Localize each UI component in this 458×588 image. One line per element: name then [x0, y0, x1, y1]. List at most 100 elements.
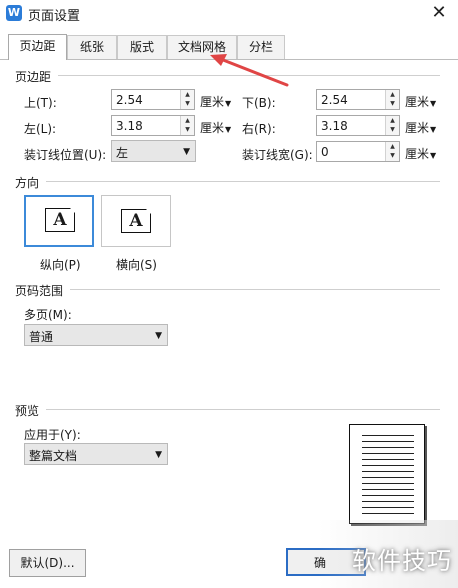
multiple-pages-value: 普通 — [29, 330, 54, 344]
annotation-arrow-shaft — [216, 56, 289, 87]
apply-to-value: 整篇文档 — [29, 449, 78, 463]
preview-text-line — [362, 483, 414, 484]
caret-down-icon: ▼ — [430, 99, 437, 108]
portrait-page-icon: A — [45, 207, 76, 232]
tab-document-grid[interactable]: 文档网格 — [167, 35, 237, 59]
down-arrow-icon[interactable]: ▼ — [181, 125, 194, 134]
preview-text-line — [362, 507, 414, 508]
preview-text-line — [362, 495, 414, 496]
gutter-width-value: 0 — [321, 145, 329, 159]
top-margin-input[interactable]: 2.54 ▲ ▼ — [111, 89, 195, 110]
wps-app-icon: W — [6, 5, 22, 21]
dialog-title: 页面设置 — [28, 9, 81, 24]
gutter-position-value: 左 — [116, 146, 129, 160]
down-arrow-icon[interactable]: ▼ — [386, 151, 399, 160]
gutter-width-unit-dropdown[interactable]: 厘米▼ — [405, 145, 436, 162]
tab-divider — [0, 59, 458, 60]
watermark-text: 软件技巧 — [352, 547, 452, 575]
up-arrow-icon[interactable]: ▲ — [386, 90, 399, 99]
bottom-margin-input[interactable]: 2.54 ▲ ▼ — [316, 89, 400, 110]
preview-text-line — [362, 453, 414, 454]
multiple-pages-select[interactable]: 普通 ▼ — [24, 324, 168, 346]
left-margin-unit-dropdown[interactable]: 厘米▼ — [200, 119, 231, 136]
page-fold-corner — [145, 208, 152, 215]
unit-label: 厘米 — [405, 95, 430, 109]
default-button[interactable]: 默认(D)... — [9, 549, 86, 577]
caret-down-icon: ▼ — [430, 151, 437, 160]
section-divider — [70, 289, 440, 290]
right-margin-input[interactable]: 3.18 ▲ ▼ — [316, 115, 400, 136]
left-margin-value: 3.18 — [116, 119, 143, 133]
caret-down-icon: ▼ — [430, 125, 437, 134]
landscape-page-icon: A — [121, 208, 152, 233]
preview-text-line — [362, 477, 414, 478]
preview-text-line — [362, 441, 414, 442]
up-arrow-icon[interactable]: ▲ — [181, 90, 194, 99]
caret-down-icon: ▼ — [155, 450, 162, 460]
section-divider — [46, 181, 440, 182]
unit-label: 厘米 — [405, 147, 430, 161]
preview-text-line — [362, 447, 414, 448]
down-arrow-icon[interactable]: ▼ — [181, 99, 194, 108]
preview-section-title: 预览 — [15, 404, 40, 418]
caret-down-icon: ▼ — [225, 125, 232, 134]
gutter-width-stepper[interactable]: ▲ ▼ — [385, 142, 399, 161]
preview-text-line — [362, 513, 414, 514]
apply-to-label: 应用于(Y): — [24, 428, 81, 442]
portrait-label: 纵向(P) — [40, 258, 81, 272]
page-range-section-title: 页码范围 — [15, 284, 64, 298]
bottom-margin-label: 下(B): — [242, 96, 276, 110]
preview-text-line — [362, 501, 414, 502]
caret-down-icon: ▼ — [225, 99, 232, 108]
gutter-width-label: 装订线宽(G): — [242, 148, 313, 162]
preview-text-line — [362, 459, 414, 460]
multiple-pages-label: 多页(M): — [24, 308, 72, 322]
bottom-margin-value: 2.54 — [321, 93, 348, 107]
down-arrow-icon[interactable]: ▼ — [386, 99, 399, 108]
gutter-position-select[interactable]: 左 ▼ — [111, 140, 196, 162]
preview-text-line — [362, 465, 414, 466]
up-arrow-icon[interactable]: ▲ — [386, 116, 399, 125]
margins-section-title: 页边距 — [15, 70, 52, 84]
apply-to-select[interactable]: 整篇文档 ▼ — [24, 443, 168, 465]
preview-text-line — [362, 489, 414, 490]
close-icon[interactable]: ✕ — [428, 2, 450, 24]
unit-label: 厘米 — [200, 121, 225, 135]
left-margin-stepper[interactable]: ▲ ▼ — [180, 116, 194, 135]
left-margin-input[interactable]: 3.18 ▲ ▼ — [111, 115, 195, 136]
up-arrow-icon[interactable]: ▲ — [386, 142, 399, 151]
top-margin-label: 上(T): — [24, 96, 57, 110]
title-bar: W 页面设置 ✕ — [0, 0, 458, 28]
landscape-label: 横向(S) — [116, 258, 157, 272]
right-margin-value: 3.18 — [321, 119, 348, 133]
gutter-position-label: 装订线位置(U): — [24, 148, 107, 162]
left-margin-label: 左(L): — [24, 122, 57, 136]
caret-down-icon: ▼ — [183, 147, 190, 157]
right-margin-unit-dropdown[interactable]: 厘米▼ — [405, 119, 436, 136]
tab-layout[interactable]: 版式 — [117, 35, 167, 59]
page-preview — [349, 424, 425, 524]
right-margin-stepper[interactable]: ▲ ▼ — [385, 116, 399, 135]
tab-columns[interactable]: 分栏 — [237, 35, 285, 59]
preview-text-line — [362, 471, 414, 472]
top-margin-stepper[interactable]: ▲ ▼ — [180, 90, 194, 109]
right-margin-label: 右(R): — [242, 122, 276, 136]
section-divider — [58, 75, 440, 76]
caret-down-icon: ▼ — [155, 331, 162, 341]
top-margin-unit-dropdown[interactable]: 厘米▼ — [200, 93, 231, 110]
bottom-margin-stepper[interactable]: ▲ ▼ — [385, 90, 399, 109]
up-arrow-icon[interactable]: ▲ — [181, 116, 194, 125]
gutter-width-input[interactable]: 0 ▲ ▼ — [316, 141, 400, 162]
bottom-margin-unit-dropdown[interactable]: 厘米▼ — [405, 93, 436, 110]
preview-text-line — [362, 435, 414, 436]
unit-label: 厘米 — [200, 95, 225, 109]
tab-margins[interactable]: 页边距 — [8, 34, 67, 60]
top-margin-value: 2.54 — [116, 93, 143, 107]
page-fold-corner — [69, 207, 76, 214]
down-arrow-icon[interactable]: ▼ — [386, 125, 399, 134]
portrait-button[interactable]: A — [24, 195, 94, 247]
orientation-section-title: 方向 — [15, 176, 40, 190]
landscape-button[interactable]: A — [101, 195, 171, 247]
tab-paper[interactable]: 纸张 — [67, 35, 117, 59]
section-divider — [46, 409, 440, 410]
